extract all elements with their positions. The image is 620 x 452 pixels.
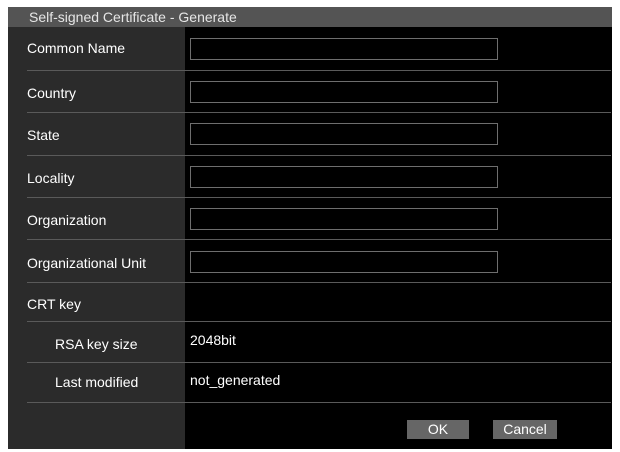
- row-separator: [27, 239, 611, 240]
- crt-key-label: CRT key: [27, 296, 81, 312]
- organization-field[interactable]: [190, 208, 498, 230]
- locality-field[interactable]: [190, 166, 498, 188]
- row-separator: [27, 155, 611, 156]
- row-separator: [27, 321, 611, 322]
- row-separator: [27, 70, 611, 71]
- dialog-title: Self-signed Certificate - Generate: [8, 7, 612, 27]
- certificate-dialog: Self-signed Certificate - Generate Commo…: [8, 7, 612, 449]
- organizational-unit-field[interactable]: [190, 251, 498, 273]
- organizational-unit-label: Organizational Unit: [27, 255, 147, 271]
- organization-label: Organization: [27, 212, 107, 228]
- state-field[interactable]: [190, 123, 498, 145]
- last-modified-value: not_generated: [190, 372, 281, 388]
- state-label: State: [27, 127, 60, 143]
- row-separator: [27, 112, 611, 113]
- locality-label: Locality: [27, 170, 75, 186]
- common-name-field[interactable]: [190, 38, 498, 60]
- row-separator: [27, 197, 611, 198]
- ok-button[interactable]: OK: [407, 420, 469, 439]
- rsa-key-size-value: 2048bit: [190, 332, 236, 348]
- cancel-button[interactable]: Cancel: [493, 420, 557, 439]
- row-separator: [27, 362, 611, 363]
- country-label: Country: [27, 85, 77, 101]
- rsa-key-size-label: RSA key size: [55, 336, 138, 352]
- row-separator: [27, 282, 611, 283]
- row-separator: [27, 402, 611, 403]
- country-field[interactable]: [190, 81, 498, 103]
- common-name-label: Common Name: [27, 40, 126, 56]
- last-modified-label: Last modified: [55, 374, 139, 390]
